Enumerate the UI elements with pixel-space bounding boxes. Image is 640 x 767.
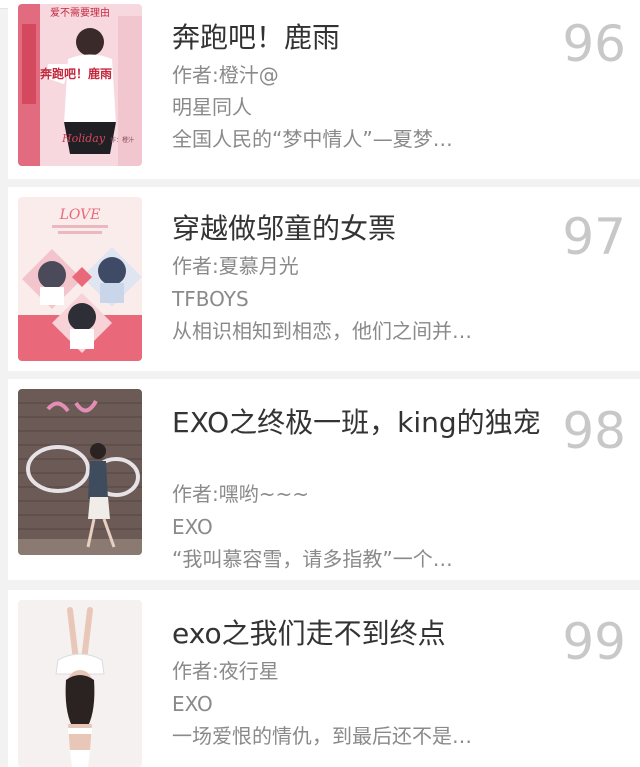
cover-art bbox=[18, 600, 142, 767]
book-item[interactable]: 爱不需要理由 奔跑吧！鹿雨 Holiday 作：橙汁 奔跑吧！鹿雨 作者:橙汁@… bbox=[8, 0, 640, 179]
book-description: 全国人民的“梦中情人”—夏梦… bbox=[172, 127, 453, 151]
book-author: 作者:橙汁@ bbox=[172, 63, 279, 87]
rank-number: 97 bbox=[562, 208, 626, 266]
book-title[interactable]: 奔跑吧！鹿雨 bbox=[172, 20, 542, 56]
book-description: 一场爱恨的情仇，到最后还不是… bbox=[172, 724, 472, 748]
cover-top-text: LOVE bbox=[59, 207, 101, 223]
book-tag: TFBOYS bbox=[172, 287, 249, 311]
book-cover: 爱不需要理由 奔跑吧！鹿雨 Holiday 作：橙汁 bbox=[18, 4, 142, 166]
book-tag: EXO bbox=[172, 692, 213, 716]
book-tag: EXO bbox=[172, 515, 213, 539]
book-author: 作者:嘿哟~~~ bbox=[172, 482, 310, 506]
book-item[interactable]: exo之我们走不到终点 作者:夜行星 EXO 一场爱恨的情仇，到最后还不是… 9… bbox=[8, 590, 640, 767]
cover-credit-text: 作：橙汁 bbox=[110, 136, 134, 144]
rank-number: 98 bbox=[562, 402, 626, 460]
cover-art: LOVE bbox=[18, 197, 142, 361]
cover-bottom-text: Holiday bbox=[61, 132, 106, 145]
cover-art: 爱不需要理由 奔跑吧！鹿雨 Holiday 作：橙汁 bbox=[18, 4, 142, 166]
book-item[interactable]: LOVE 穿越做邬童的女票 作者:夏慕月光 TFBOYS 从相识相知到相恋，他们… bbox=[8, 187, 640, 371]
book-cover bbox=[18, 389, 142, 555]
book-title[interactable]: EXO之终极一班，king的独宠 bbox=[172, 405, 542, 441]
book-author: 作者:夏慕月光 bbox=[172, 254, 299, 278]
book-tag: 明星同人 bbox=[172, 95, 252, 119]
book-description: “我叫慕容雪，请多指教”一个… bbox=[172, 547, 453, 571]
cover-top-text: 爱不需要理由 bbox=[50, 6, 110, 19]
rank-number: 99 bbox=[562, 613, 626, 671]
book-title[interactable]: 穿越做邬童的女票 bbox=[172, 211, 542, 247]
book-description: 从相识相知到相恋，他们之间并… bbox=[172, 319, 472, 343]
book-title[interactable]: exo之我们走不到终点 bbox=[172, 616, 542, 652]
cover-title-text: 奔跑吧！鹿雨 bbox=[39, 66, 112, 81]
book-item[interactable]: EXO之终极一班，king的独宠 作者:嘿哟~~~ EXO “我叫慕容雪，请多指… bbox=[8, 379, 640, 580]
book-author: 作者:夜行星 bbox=[172, 659, 279, 683]
book-cover bbox=[18, 600, 142, 767]
rank-number: 96 bbox=[562, 15, 626, 73]
book-cover: LOVE bbox=[18, 197, 142, 361]
cover-art bbox=[18, 389, 142, 555]
